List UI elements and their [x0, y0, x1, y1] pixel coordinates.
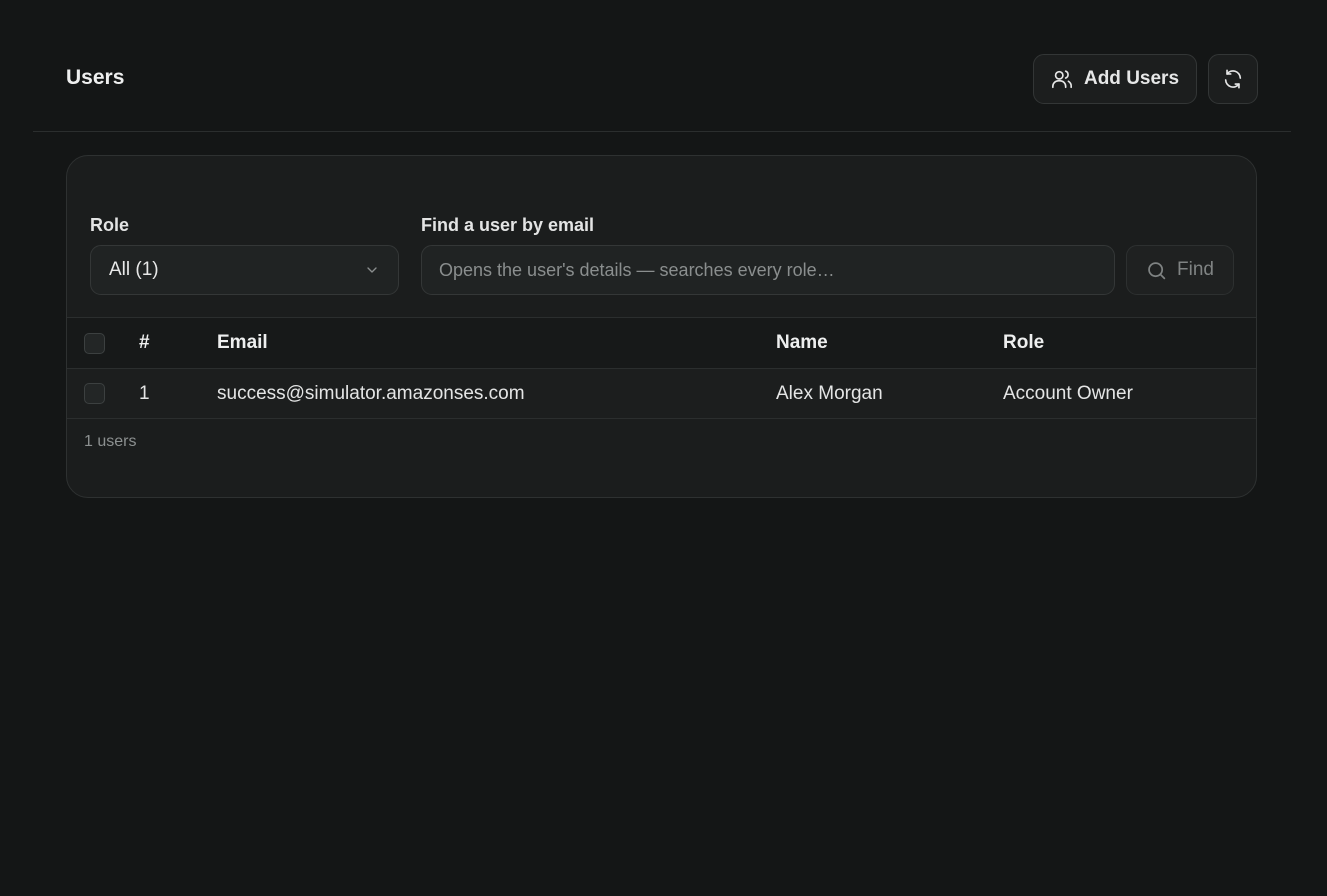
- role-select-value: All (1): [109, 259, 159, 280]
- refresh-button[interactable]: [1208, 54, 1258, 104]
- column-header-name[interactable]: Name: [776, 318, 828, 368]
- add-users-button[interactable]: Add Users: [1033, 54, 1197, 104]
- column-header-index[interactable]: #: [139, 318, 150, 368]
- row-select-cell: [84, 369, 105, 418]
- role-filter-label: Role: [90, 215, 130, 235]
- chevron-down-icon: [364, 262, 380, 278]
- row-name: Alex Morgan: [776, 382, 883, 404]
- column-header-email[interactable]: Email: [217, 318, 268, 368]
- table-row[interactable]: 1 success@simulator.amazonses.com Alex M…: [67, 368, 1256, 419]
- search-icon: [1146, 260, 1167, 281]
- find-button[interactable]: Find: [1126, 245, 1234, 295]
- refresh-icon: [1222, 68, 1244, 90]
- user-count: 1 users: [84, 433, 137, 450]
- add-users-label: Add Users: [1083, 68, 1180, 89]
- column-header-role[interactable]: Role: [1003, 318, 1044, 368]
- select-all-checkbox[interactable]: [84, 332, 105, 354]
- row-checkbox[interactable]: [84, 383, 105, 404]
- page-title: Users: [66, 66, 125, 89]
- email-search-input[interactable]: [421, 245, 1115, 295]
- row-role: Account Owner: [1003, 382, 1133, 404]
- users-icon: [1051, 68, 1073, 90]
- find-label: Find: [1177, 259, 1214, 280]
- page-header: Users Add Users: [33, 0, 1291, 132]
- table-header-row: # Email Name Role: [67, 317, 1256, 368]
- users-card: Role All (1) Find a user by email Find #…: [66, 155, 1257, 498]
- row-email[interactable]: success@simulator.amazonses.com: [217, 369, 525, 418]
- role-select[interactable]: All (1): [90, 245, 399, 295]
- search-label: Find a user by email: [421, 215, 595, 235]
- users-table: # Email Name Role 1 success@simulator.am…: [67, 317, 1256, 419]
- select-all-cell: [84, 318, 105, 368]
- row-index: 1: [139, 382, 150, 404]
